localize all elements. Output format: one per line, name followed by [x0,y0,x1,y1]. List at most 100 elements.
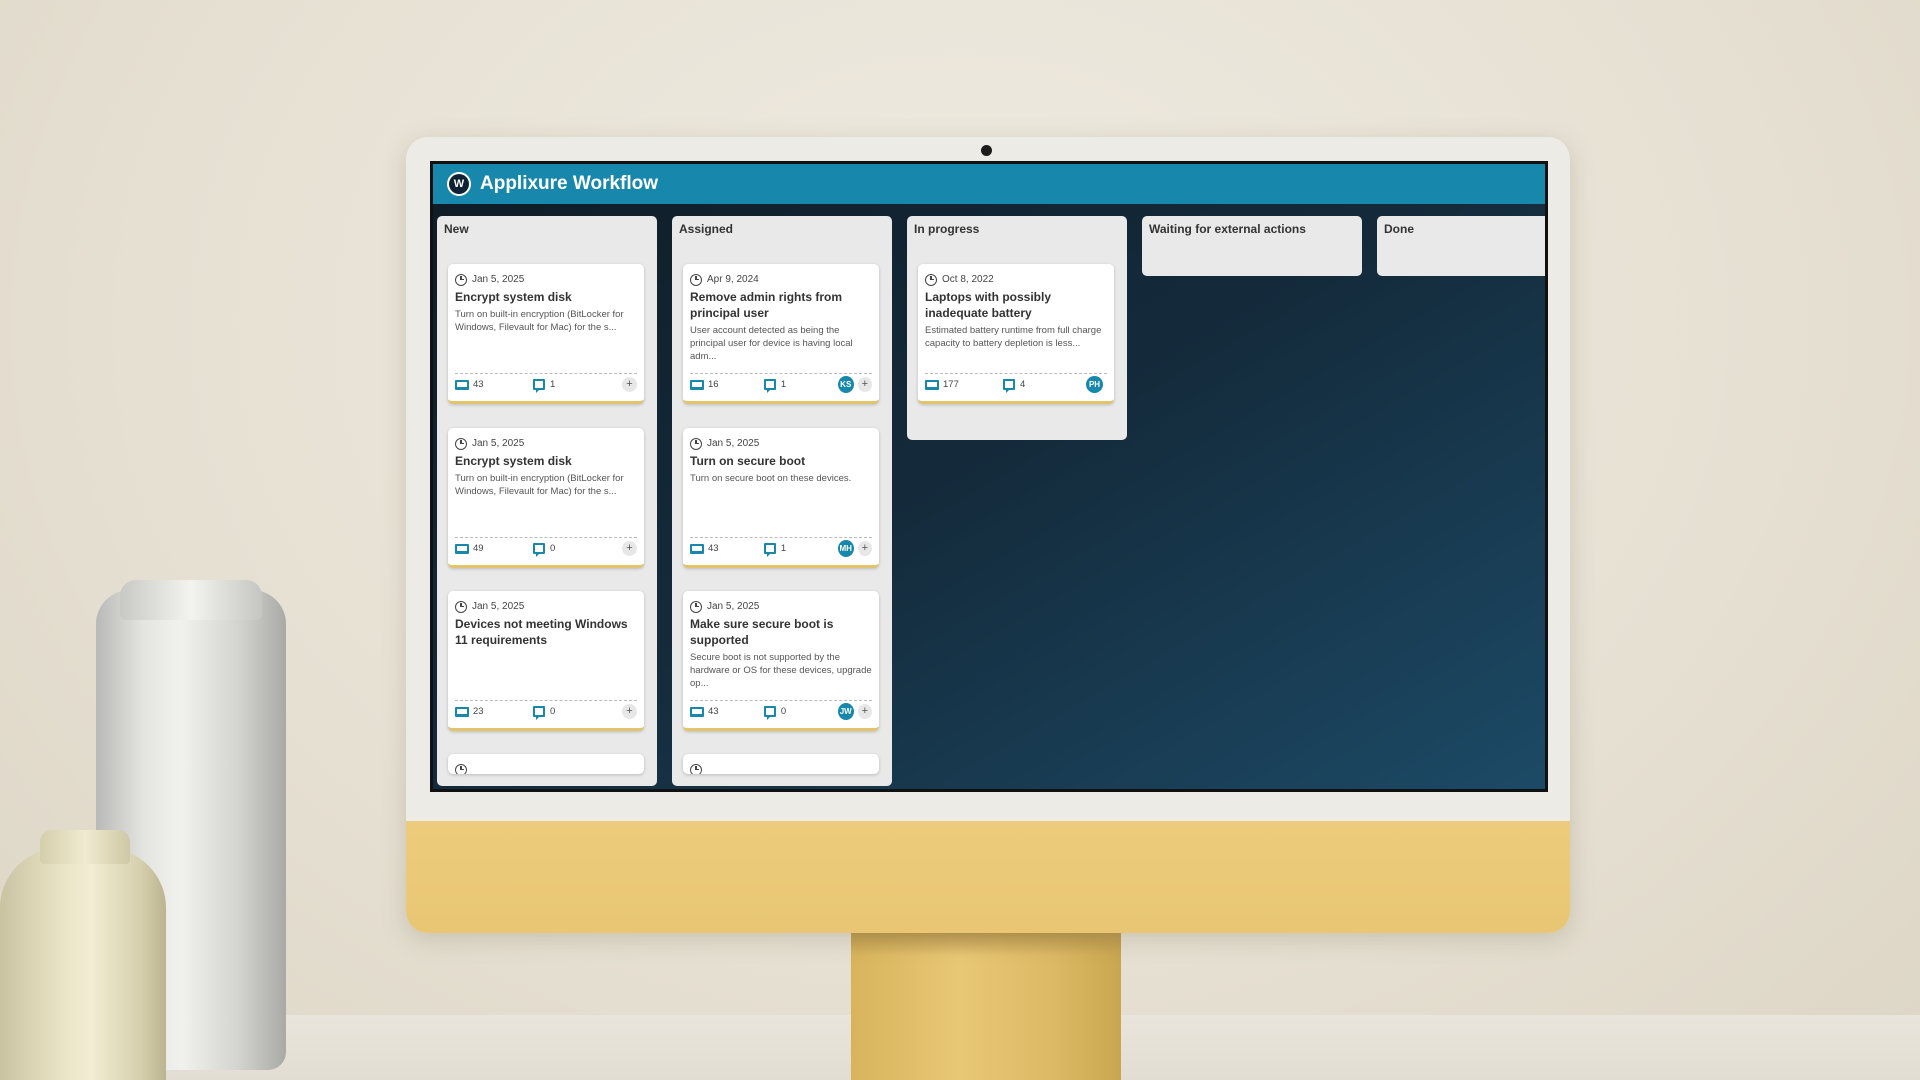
task-card-partial[interactable] [448,754,644,774]
card-title: Remove admin rights from principal user [690,290,843,320]
logo-glyph: W [449,174,469,194]
monitor: W Applixure Workflow New Jan 5, 2025 Enc… [406,137,1570,933]
comment-icon [763,706,776,720]
card-footer: 43 0 JW + [690,700,872,722]
task-card[interactable]: Jan 5, 2025 Devices not meeting Windows … [448,591,644,731]
task-card[interactable]: Oct 8, 2022 Laptops with possibly inadeq… [918,264,1114,404]
comment-count-value: 4 [1020,379,1026,390]
card-date: Jan 5, 2025 [690,436,872,451]
card-title: Laptops with possibly inadequate battery [925,290,1052,320]
column-in-progress: In progress Oct 8, 2022 Laptops with pos… [907,216,1127,440]
device-count-value: 43 [708,543,719,554]
camera-icon [981,145,992,156]
device-count[interactable]: 23 [455,706,533,717]
clock-icon [690,600,702,613]
comment-count[interactable]: 0 [533,706,611,720]
column-waiting: Waiting for external actions [1142,216,1362,276]
device-count[interactable]: 43 [690,706,764,717]
column-done: Done [1377,216,1545,276]
comment-count[interactable]: 0 [533,543,611,557]
card-footer: 43 1 MH + [690,537,872,559]
comment-icon [763,379,776,393]
clock-icon [455,437,467,450]
laptop-icon [690,543,704,554]
card-description: Turn on built-in encryption (BitLocker f… [455,309,624,333]
laptop-icon [925,379,939,390]
clock-icon [925,273,937,286]
comment-count[interactable]: 1 [763,379,838,393]
add-assignee-button[interactable]: + [622,541,637,556]
device-count[interactable]: 43 [455,379,533,390]
device-count[interactable]: 16 [690,379,764,390]
card-date-text: Jan 5, 2025 [472,438,525,449]
cream-vase [0,830,166,1080]
task-card[interactable]: Apr 9, 2024 Remove admin rights from pri… [683,264,879,404]
comment-count[interactable]: 0 [763,706,838,720]
comment-count[interactable]: 1 [763,543,838,557]
column-title: Assigned [679,222,734,236]
comment-icon [533,706,545,720]
clock-icon [690,437,702,450]
task-card[interactable]: Jan 5, 2025 Make sure secure boot is sup… [683,591,879,731]
card-description [455,651,637,690]
column-new: New Jan 5, 2025 Encrypt system disk Turn… [437,216,657,786]
device-count-value: 43 [708,706,719,717]
device-count[interactable]: 49 [455,543,533,554]
card-footer: 43 1 + [455,373,637,395]
card-date [455,762,637,774]
comment-count[interactable]: 1 [533,379,611,393]
column-title: In progress [914,222,980,236]
task-card[interactable]: Jan 5, 2025 Encrypt system disk Turn on … [448,264,644,404]
card-description: Secure boot is not supported by the hard… [690,652,872,689]
card-description: User account detected as being the princ… [690,325,853,362]
comment-count-value: 1 [780,379,787,390]
device-count-value: 49 [473,543,484,554]
add-assignee-button[interactable]: + [622,704,637,719]
comment-icon [533,543,545,557]
task-card[interactable]: Jan 5, 2025 Turn on secure boot Turn on … [683,428,879,568]
laptop-icon [455,706,469,717]
task-card[interactable]: Jan 5, 2025 Encrypt system disk Turn on … [448,428,644,568]
card-date: Jan 5, 2025 [455,272,637,287]
applixure-logo-icon[interactable]: W [447,172,471,196]
assignee-avatar[interactable]: JW [837,703,854,720]
add-assignee-button[interactable]: + [622,377,637,392]
monitor-chin [406,821,1570,933]
comment-count[interactable]: 4 [1003,379,1081,393]
comment-count-value: 0 [780,706,787,717]
clock-icon [455,273,467,286]
comment-count-value: 0 [550,543,556,554]
card-footer: 23 0 + [455,700,637,722]
laptop-icon [455,379,469,390]
task-card-partial[interactable] [683,754,879,774]
device-count[interactable]: 177 [925,379,1003,390]
clock-icon [455,763,467,774]
card-title: Turn on secure boot [690,454,806,468]
card-title: Encrypt system disk [455,290,572,304]
add-assignee-button[interactable]: + [857,541,872,556]
card-footer: 177 4 PH [925,373,1107,395]
card-date [690,762,872,774]
assignee-avatar[interactable]: MH [837,540,854,557]
card-footer: 49 0 + [455,537,637,559]
device-count-value: 43 [473,379,484,390]
screen: W Applixure Workflow New Jan 5, 2025 Enc… [430,161,1548,792]
card-date: Jan 5, 2025 [455,599,637,614]
card-footer: 16 1 KS + [690,373,872,395]
add-assignee-button[interactable]: + [857,377,872,392]
device-count-value: 23 [473,706,484,717]
device-count-value: 177 [943,379,959,390]
comment-count-value: 1 [550,379,556,390]
card-date-text: Apr 9, 2024 [707,274,759,285]
device-count[interactable]: 43 [690,543,764,554]
card-date: Apr 9, 2024 [690,272,872,287]
add-assignee-button[interactable]: + [857,704,872,719]
column-title: Done [1384,222,1414,236]
assignee-avatar[interactable]: KS [837,376,854,393]
card-title: Encrypt system disk [455,454,572,468]
assignee-avatar[interactable]: PH [1086,376,1103,393]
comment-icon [1003,379,1015,393]
card-title: Devices not meeting Windows 11 requireme… [455,617,628,647]
monitor-stand [851,930,1121,1080]
card-date: Jan 5, 2025 [690,599,872,614]
